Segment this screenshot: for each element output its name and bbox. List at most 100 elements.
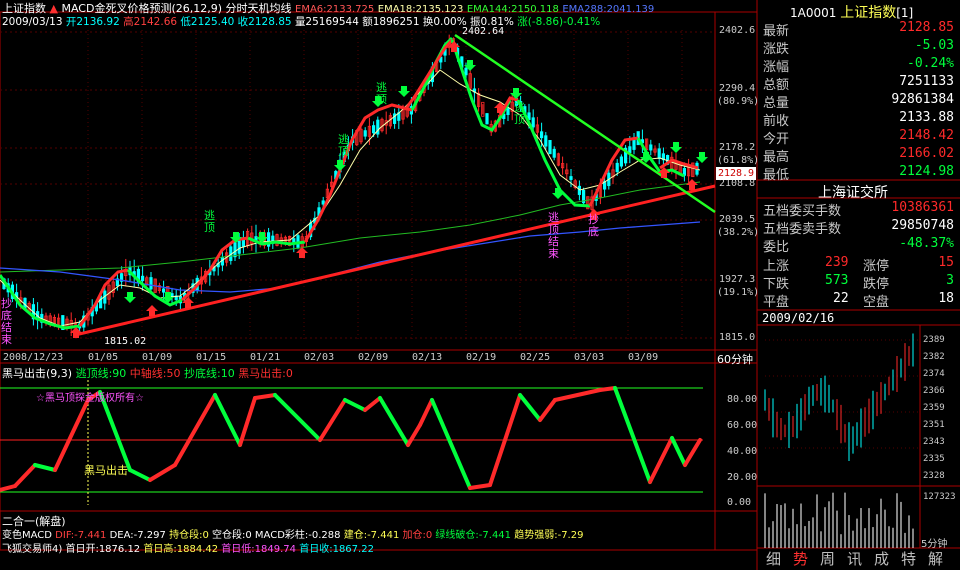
quote-label: 今开: [763, 132, 790, 147]
osc-segment: [253, 393, 277, 400]
quote-label: 涨幅: [763, 60, 790, 75]
price-label-1: 2402.6: [719, 25, 756, 36]
quote-label: 最低: [763, 168, 790, 183]
buy-arrow: [70, 327, 82, 338]
escape-top-4: 逃顶: [514, 101, 525, 126]
price-label-11: 1815.0: [719, 332, 756, 343]
buy-arrow: [686, 179, 698, 190]
osc-segment: [468, 483, 492, 490]
candle-body: [649, 144, 653, 151]
tab-detail[interactable]: 细: [760, 550, 787, 569]
osc-title[interactable]: 黑马出击(9,3): [2, 367, 72, 380]
mini-period[interactable]: 5分钟: [921, 535, 947, 550]
candle-body: [464, 67, 468, 76]
osc-segment: [13, 463, 37, 488]
bar-date: 2009/03/13: [2, 16, 63, 28]
date-label-6: 02/03: [304, 352, 335, 363]
quote-label: 总额: [763, 78, 790, 93]
osc-segment: [613, 386, 652, 484]
sell5-label: 五档委卖手数: [763, 222, 842, 237]
fh-high: 首日高:1884.42: [143, 544, 219, 555]
quote-label: 涨跌: [763, 42, 790, 57]
bar-close: 收2128.85: [237, 16, 292, 28]
left-end-label: 抄底结束: [1, 297, 12, 346]
candlesticks: [2, 34, 699, 337]
buy5-label: 五档委买手数: [763, 204, 842, 219]
candle-body: [371, 125, 376, 134]
osc-segment: [343, 398, 367, 412]
limit-down-value: 3: [946, 273, 954, 288]
peak-label: 2402.64: [462, 26, 505, 37]
candle-body: [548, 140, 552, 155]
quote-header: 1A0001 上证指数[1]: [790, 2, 913, 22]
osc-segment: [683, 438, 702, 467]
tab-week[interactable]: 周: [814, 550, 841, 569]
mini-axis-3: 2374: [923, 369, 945, 379]
quote-row-buy5: 五档委买手数 10386361: [760, 200, 960, 219]
quote-value: -5.03: [914, 38, 954, 53]
fh-open: 首日开:1876.12: [65, 544, 141, 555]
quote-suffix: [1]: [896, 6, 914, 20]
quote-value: 2124.98: [899, 164, 954, 179]
date-label-8: 02/13: [412, 352, 443, 363]
quote-label: 总量: [763, 96, 790, 111]
mini-axis-7: 2343: [923, 437, 945, 447]
tab-special[interactable]: 特: [895, 550, 922, 569]
tab-analysis[interactable]: 解: [922, 550, 949, 569]
quote-row-pct: 涨幅 -0.24%: [760, 56, 960, 75]
tab-trend[interactable]: 势: [787, 550, 814, 569]
quote-code: 1A0001: [790, 6, 837, 20]
quote-label: 最新: [763, 24, 790, 39]
osc-axis-80: 80.00: [727, 394, 758, 405]
quote-value: -0.24%: [907, 56, 954, 71]
candle-body: [569, 176, 573, 180]
candle-body: [544, 135, 548, 147]
mini-axis-9: 2328: [923, 471, 945, 481]
osc-line3: 抄底线:10: [183, 367, 235, 380]
quote-row-change: 涨跌 -5.03: [760, 38, 960, 57]
candle-body: [615, 162, 619, 173]
candle-body: [161, 288, 166, 293]
macd-green: 绿线破仓:-7.441: [435, 530, 512, 541]
tab-news[interactable]: 讯: [841, 550, 868, 569]
price-label-9: 1927.3: [719, 274, 756, 285]
mini-date: 2009/02/16: [762, 311, 835, 325]
macd-row-2: 飞狐交易师4) 首日开:1876.12 首日高:1884.42 首日低:1849…: [2, 540, 374, 555]
escape-top-2: 逃顶: [338, 133, 349, 158]
escape-top-1: 逃顶: [204, 209, 215, 234]
empty-value: 18: [938, 291, 954, 306]
quote-row-high: 最高 2166.02: [760, 146, 960, 165]
up-value: 239: [825, 255, 849, 270]
candle-body: [506, 108, 510, 115]
osc-segment: [273, 393, 322, 442]
bar-low: 低2125.40: [180, 16, 235, 28]
mini-axis-1: 2389: [923, 335, 945, 345]
osc-signal-label: 黑马出击: [84, 464, 128, 477]
osc-segment: [418, 398, 434, 427]
period-selector[interactable]: 60分钟: [717, 351, 753, 367]
date-label-9: 02/19: [466, 352, 497, 363]
breadth-row-1: 上涨 239 涨停 15: [763, 255, 958, 274]
candle-body: [485, 113, 489, 125]
price-label-2: 2290.4: [719, 83, 756, 94]
bar-change: 涨(-8.86)-0.41%: [517, 16, 601, 28]
down-value: 573: [825, 273, 849, 288]
quote-value: 7251133: [899, 74, 954, 89]
quote-row-low: 最低 2124.98: [760, 164, 960, 183]
quote-label: 前收: [763, 114, 790, 129]
ratio-value: -48.37%: [899, 236, 954, 251]
tab-trades[interactable]: 成: [868, 550, 895, 569]
buy-arrow: [146, 305, 158, 316]
fh-low: 首日低:1849.74: [221, 544, 297, 555]
date-label-2: 01/05: [88, 352, 119, 363]
candle-body: [540, 131, 544, 139]
macd-add: 加仓:0: [402, 530, 433, 541]
quote-row-ratio: 委比 -48.37%: [760, 236, 960, 255]
bar-amount: 额1896251: [362, 16, 420, 28]
trough-label: 1815.02: [104, 336, 147, 347]
quote-row-amount: 总额 7251133: [760, 74, 960, 93]
quote-value: 2133.88: [899, 110, 954, 125]
date-label-7: 02/09: [358, 352, 389, 363]
fh-name[interactable]: 飞狐交易师4): [2, 544, 62, 555]
osc-segment: [213, 393, 242, 447]
